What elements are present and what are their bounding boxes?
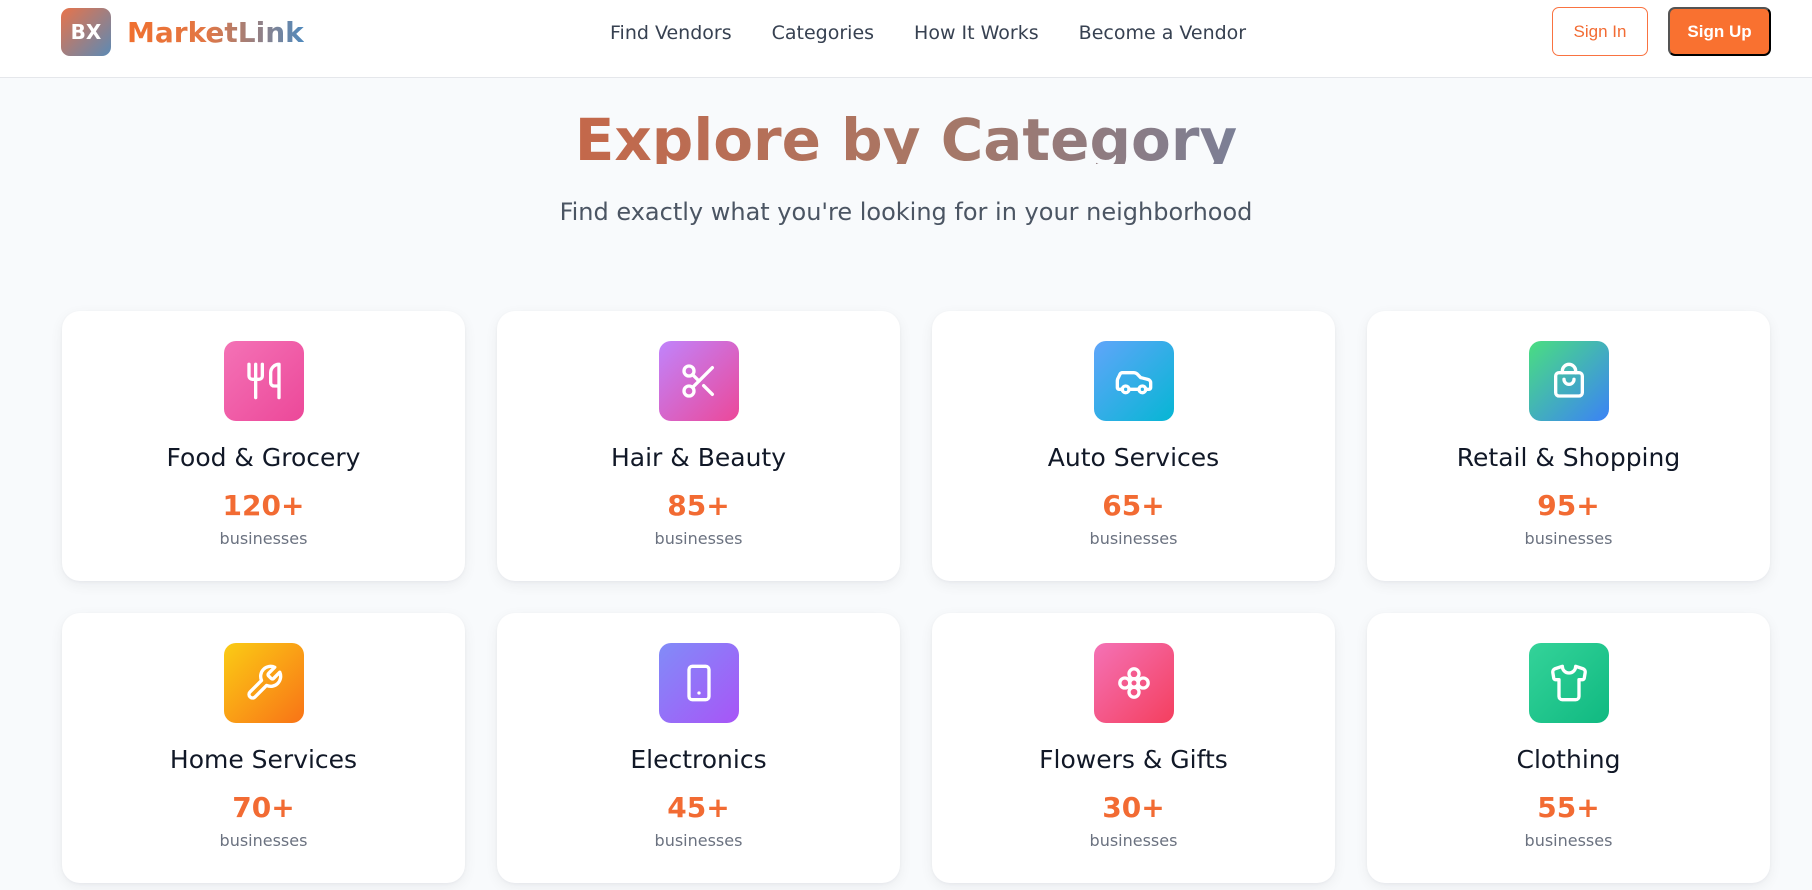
- category-count-unit: businesses: [219, 529, 308, 548]
- utensils-icon: [224, 341, 304, 421]
- category-count-unit: businesses: [1089, 529, 1178, 548]
- car-icon: [1094, 341, 1174, 421]
- nav-link-find-vendors[interactable]: Find Vendors: [610, 18, 732, 48]
- category-count-unit: businesses: [654, 529, 743, 548]
- shopping-bag-icon: [1529, 341, 1609, 421]
- shirt-icon: [1529, 643, 1609, 723]
- category-count-unit: businesses: [654, 831, 743, 850]
- scissors-icon: [659, 341, 739, 421]
- category-card-flowers-gifts[interactable]: Flowers & Gifts 30+ businesses: [932, 613, 1335, 883]
- category-count: 55+: [1537, 791, 1600, 824]
- category-card-electronics[interactable]: Electronics 45+ businesses: [497, 613, 900, 883]
- category-count: 85+: [667, 489, 730, 522]
- sign-in-button[interactable]: Sign In: [1552, 7, 1648, 56]
- category-name: Electronics: [630, 745, 767, 774]
- category-name: Auto Services: [1047, 443, 1220, 472]
- category-count-unit: businesses: [1524, 529, 1613, 548]
- nav-link-how-it-works[interactable]: How It Works: [914, 18, 1039, 48]
- category-count: 120+: [222, 489, 305, 522]
- category-count: 95+: [1537, 489, 1600, 522]
- category-name: Food & Grocery: [166, 443, 361, 472]
- category-card-auto-services[interactable]: Auto Services 65+ businesses: [932, 311, 1335, 581]
- category-name: Hair & Beauty: [610, 443, 787, 472]
- category-card-food-grocery[interactable]: Food & Grocery 120+ businesses: [62, 311, 465, 581]
- sign-up-button[interactable]: Sign Up: [1668, 7, 1771, 56]
- category-count: 45+: [667, 791, 730, 824]
- category-count: 65+: [1102, 489, 1165, 522]
- brand-name: MarketLink: [127, 15, 304, 49]
- category-count: 30+: [1102, 791, 1165, 824]
- logo-mark: BX: [61, 8, 111, 56]
- category-name: Home Services: [169, 745, 358, 774]
- page-title: Explore by Category: [575, 100, 1237, 164]
- page-subtitle: Find exactly what you're looking for in …: [559, 198, 1253, 226]
- category-name: Clothing: [1516, 745, 1621, 774]
- category-card-clothing[interactable]: Clothing 55+ businesses: [1367, 613, 1770, 883]
- nav-link-categories[interactable]: Categories: [772, 18, 874, 48]
- top-navbar: BX MarketLink Find Vendors Categories Ho…: [0, 0, 1812, 78]
- category-name: Retail & Shopping: [1456, 443, 1681, 472]
- category-card-home-services[interactable]: Home Services 70+ businesses: [62, 613, 465, 883]
- category-count-unit: businesses: [1524, 831, 1613, 850]
- wrench-icon: [224, 643, 304, 723]
- tablet-icon: [659, 643, 739, 723]
- flower-icon: [1094, 643, 1174, 723]
- category-count-unit: businesses: [219, 831, 308, 850]
- category-count-unit: businesses: [1089, 831, 1178, 850]
- hero-title-container: Explore by Category: [0, 78, 1812, 164]
- category-card-retail-shopping[interactable]: Retail & Shopping 95+ businesses: [1367, 311, 1770, 581]
- main-nav: Find Vendors Categories How It Works Bec…: [610, 18, 1246, 48]
- brand-home-link[interactable]: BX MarketLink: [61, 8, 304, 56]
- nav-link-become-vendor[interactable]: Become a Vendor: [1079, 18, 1246, 48]
- category-card-hair-beauty[interactable]: Hair & Beauty 85+ businesses: [497, 311, 900, 581]
- category-count: 70+: [232, 791, 295, 824]
- category-name: Flowers & Gifts: [1039, 745, 1228, 774]
